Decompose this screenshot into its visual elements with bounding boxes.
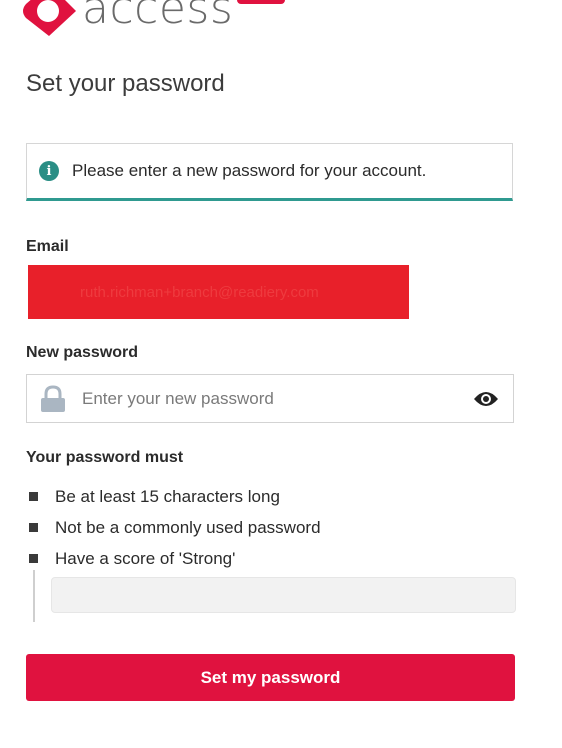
- requirements-heading: Your password must: [26, 449, 184, 466]
- bullet-square-icon: [29, 554, 38, 563]
- bullet-square-icon: [29, 523, 38, 532]
- logo-badge: [237, 0, 286, 4]
- info-notice: i Please enter a new password for your a…: [26, 143, 513, 201]
- page-title: Set your password: [26, 70, 225, 97]
- email-label: Email: [26, 238, 69, 255]
- lock-icon: [41, 384, 65, 412]
- brand-logo: access: [18, 0, 286, 38]
- requirement-text: Be at least 15 characters long: [55, 486, 280, 506]
- email-value: ruth.richman+branch@readiery.com: [80, 283, 319, 301]
- requirement-item: Not be a commonly used password: [26, 512, 321, 543]
- info-icon: i: [39, 161, 59, 181]
- notice-text: Please enter a new password for your acc…: [72, 161, 427, 180]
- requirements-list: Be at least 15 characters long Not be a …: [26, 481, 321, 574]
- new-password-label: New password: [26, 344, 139, 361]
- requirement-text: Not be a commonly used password: [55, 517, 321, 537]
- eye-icon[interactable]: [473, 389, 499, 409]
- requirement-text: Have a score of 'Strong': [55, 548, 236, 568]
- logo-mark-icon: [23, 0, 76, 36]
- requirement-item: Be at least 15 characters long: [26, 481, 321, 512]
- strength-meter-container: [33, 570, 516, 622]
- password-strength-meter: [51, 577, 516, 613]
- logo-wordmark: access: [82, 0, 234, 34]
- set-password-page: access Set your password i Please enter …: [0, 0, 562, 748]
- new-password-input[interactable]: [82, 375, 473, 422]
- new-password-field: [26, 374, 514, 423]
- bullet-square-icon: [29, 492, 38, 501]
- email-value-redacted: ruth.richman+branch@readiery.com: [28, 265, 409, 319]
- set-password-button[interactable]: Set my password: [26, 654, 515, 701]
